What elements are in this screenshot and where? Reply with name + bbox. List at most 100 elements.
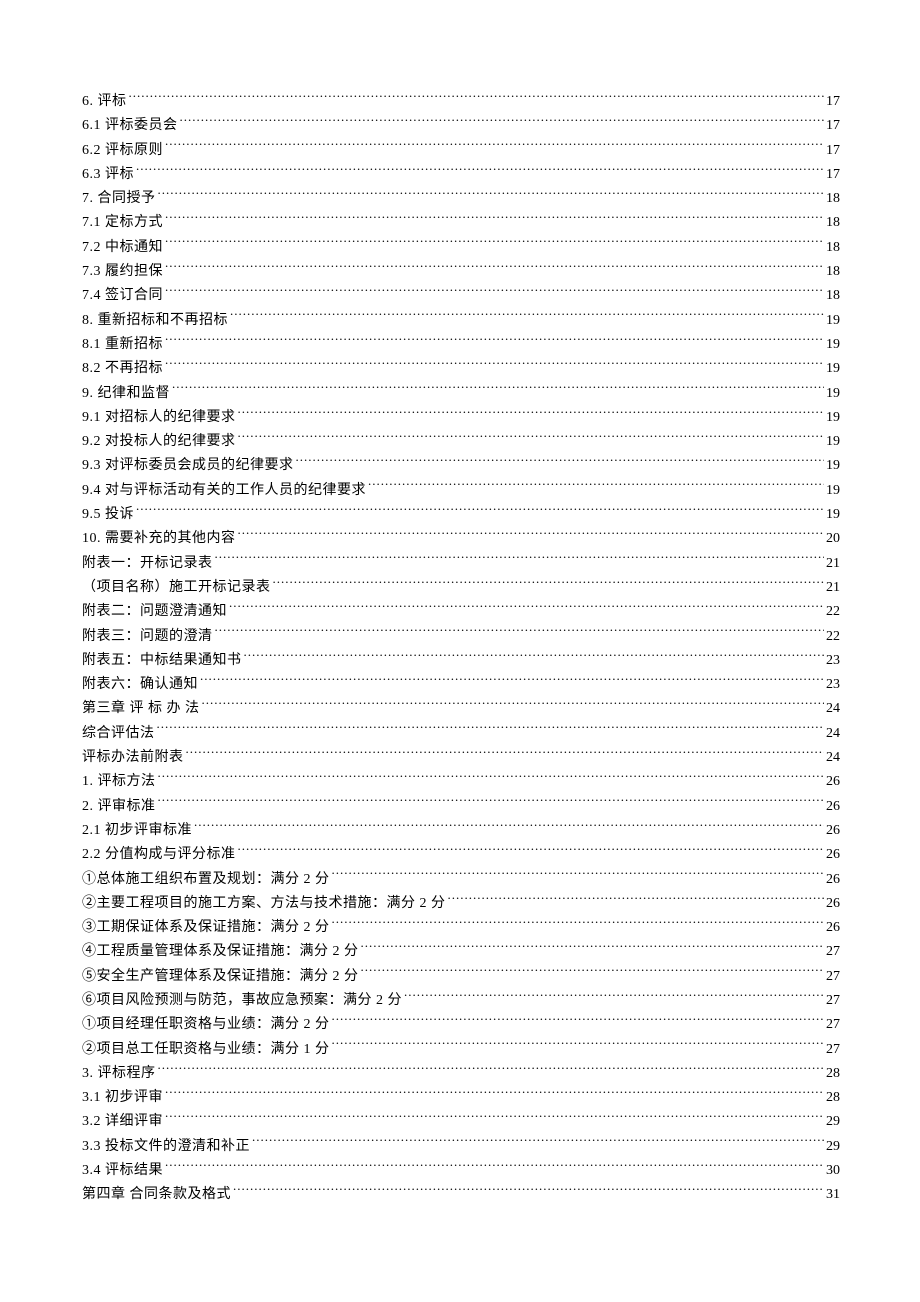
toc-leader-dots (156, 1063, 825, 1077)
toc-entry-title: ①项目经理任职资格与业绩：满分 2 分 (82, 1013, 330, 1037)
toc-entry-title: 评标办法前附表 (82, 746, 184, 770)
toc-entry-page: 19 (824, 357, 840, 381)
toc-entry-page: 26 (824, 795, 840, 819)
toc-entry-page: 29 (824, 1110, 840, 1134)
toc-entry: 2. 评审标准 26 (82, 795, 840, 819)
toc-leader-dots (402, 990, 824, 1004)
toc-entry-page: 18 (824, 236, 840, 260)
toc-entry: 6.1 评标委员会 17 (82, 114, 840, 138)
toc-entry-page: 28 (824, 1086, 840, 1110)
toc-entry: 1. 评标方法 26 (82, 770, 840, 794)
toc-entry-page: 27 (824, 1013, 840, 1037)
toc-entry-title: 3. 评标程序 (82, 1062, 156, 1086)
toc-leader-dots (134, 164, 824, 178)
toc-leader-dots (213, 553, 825, 567)
toc-entry: 评标办法前附表 24 (82, 746, 840, 770)
toc-entry: 9.5 投诉 19 (82, 503, 840, 527)
toc-entry-title: 6. 评标 (82, 90, 127, 114)
toc-entry: 6. 评标 17 (82, 90, 840, 114)
toc-entry: 第三章 评 标 办 法 24 (82, 697, 840, 721)
toc-entry-page: 18 (824, 211, 840, 235)
toc-entry-page: 26 (824, 770, 840, 794)
toc-entry: 附表六：确认通知 23 (82, 673, 840, 697)
toc-leader-dots (228, 310, 824, 324)
table-of-contents: 6. 评标 176.1 评标委员会 176.2 评标原则 176.3 评标 17… (82, 90, 840, 1208)
toc-entry-title: 3.4 评标结果 (82, 1159, 163, 1183)
toc-entry-page: 26 (824, 819, 840, 843)
toc-entry: 7.1 定标方式 18 (82, 211, 840, 235)
toc-entry-title: 6.1 评标委员会 (82, 114, 178, 138)
toc-entry: ④工程质量管理体系及保证措施：满分 2 分 27 (82, 940, 840, 964)
toc-entry-page: 20 (824, 527, 840, 551)
toc-entry-page: 30 (824, 1159, 840, 1183)
toc-leader-dots (127, 91, 825, 105)
toc-entry: 9.3 对评标委员会成员的纪律要求 19 (82, 454, 840, 478)
toc-entry: 3.4 评标结果 30 (82, 1159, 840, 1183)
toc-leader-dots (156, 796, 825, 810)
toc-leader-dots (236, 431, 825, 445)
toc-entry: 7.4 签订合同 18 (82, 284, 840, 308)
toc-leader-dots (330, 1014, 825, 1028)
toc-leader-dots (236, 528, 825, 542)
toc-entry-page: 18 (824, 187, 840, 211)
toc-leader-dots (271, 577, 825, 591)
toc-entry-title: 7.2 中标通知 (82, 236, 163, 260)
toc-leader-dots (163, 140, 824, 154)
toc-leader-dots (163, 334, 824, 348)
toc-leader-dots (163, 261, 824, 275)
toc-leader-dots (200, 698, 825, 712)
toc-leader-dots (330, 1039, 825, 1053)
toc-leader-dots (231, 1184, 824, 1198)
toc-entry: ①总体施工组织布置及规划：满分 2 分 26 (82, 868, 840, 892)
toc-entry-page: 19 (824, 479, 840, 503)
toc-entry: 附表一：开标记录表 21 (82, 552, 840, 576)
toc-entry: 7.2 中标通知 18 (82, 236, 840, 260)
toc-entry: 8.2 不再招标 19 (82, 357, 840, 381)
toc-entry-title: 9.4 对与评标活动有关的工作人员的纪律要求 (82, 479, 366, 503)
toc-entry-page: 26 (824, 892, 840, 916)
toc-entry-page: 19 (824, 503, 840, 527)
toc-leader-dots (156, 188, 825, 202)
toc-entry-page: 21 (824, 552, 840, 576)
toc-entry-title: 7. 合同授予 (82, 187, 156, 211)
toc-entry-page: 19 (824, 333, 840, 357)
toc-entry-title: ②项目总工任职资格与业绩：满分 1 分 (82, 1038, 330, 1062)
toc-entry-title: 8. 重新招标和不再招标 (82, 309, 228, 333)
toc-entry: 3.1 初步评审 28 (82, 1086, 840, 1110)
toc-entry-title: 2.2 分值构成与评分标准 (82, 843, 236, 867)
toc-leader-dots (178, 115, 825, 129)
toc-entry-page: 17 (824, 139, 840, 163)
toc-leader-dots (198, 674, 824, 688)
toc-entry-title: 综合评估法 (82, 722, 155, 746)
toc-entry-title: 第四章 合同条款及格式 (82, 1183, 231, 1207)
toc-leader-dots (213, 626, 825, 640)
toc-leader-dots (163, 358, 824, 372)
toc-leader-dots (294, 455, 825, 469)
toc-entry-page: 26 (824, 868, 840, 892)
toc-leader-dots (155, 723, 825, 737)
toc-leader-dots (250, 1136, 824, 1150)
toc-entry-title: 2. 评审标准 (82, 795, 156, 819)
toc-entry: 6.3 评标 17 (82, 163, 840, 187)
toc-leader-dots (330, 869, 825, 883)
toc-entry-page: 26 (824, 843, 840, 867)
toc-entry: ①项目经理任职资格与业绩：满分 2 分 27 (82, 1013, 840, 1037)
toc-entry: 9.2 对投标人的纪律要求 19 (82, 430, 840, 454)
toc-entry-page: 18 (824, 260, 840, 284)
toc-leader-dots (163, 285, 824, 299)
toc-leader-dots (134, 504, 824, 518)
toc-leader-dots (163, 1160, 824, 1174)
toc-entry-page: 26 (824, 916, 840, 940)
toc-entry: 第四章 合同条款及格式 31 (82, 1183, 840, 1207)
toc-entry-page: 27 (824, 965, 840, 989)
toc-entry-title: 9. 纪律和监督 (82, 382, 170, 406)
toc-entry-page: 17 (824, 90, 840, 114)
toc-entry-page: 19 (824, 430, 840, 454)
toc-entry-title: ②主要工程项目的施工方案、方法与技术措施：满分 2 分 (82, 892, 446, 916)
toc-entry-title: （项目名称）施工开标记录表 (82, 576, 271, 600)
toc-leader-dots (163, 1111, 824, 1125)
toc-entry-title: 9.5 投诉 (82, 503, 134, 527)
toc-entry-page: 18 (824, 284, 840, 308)
toc-entry-page: 19 (824, 406, 840, 430)
toc-entry: 9.1 对招标人的纪律要求 19 (82, 406, 840, 430)
